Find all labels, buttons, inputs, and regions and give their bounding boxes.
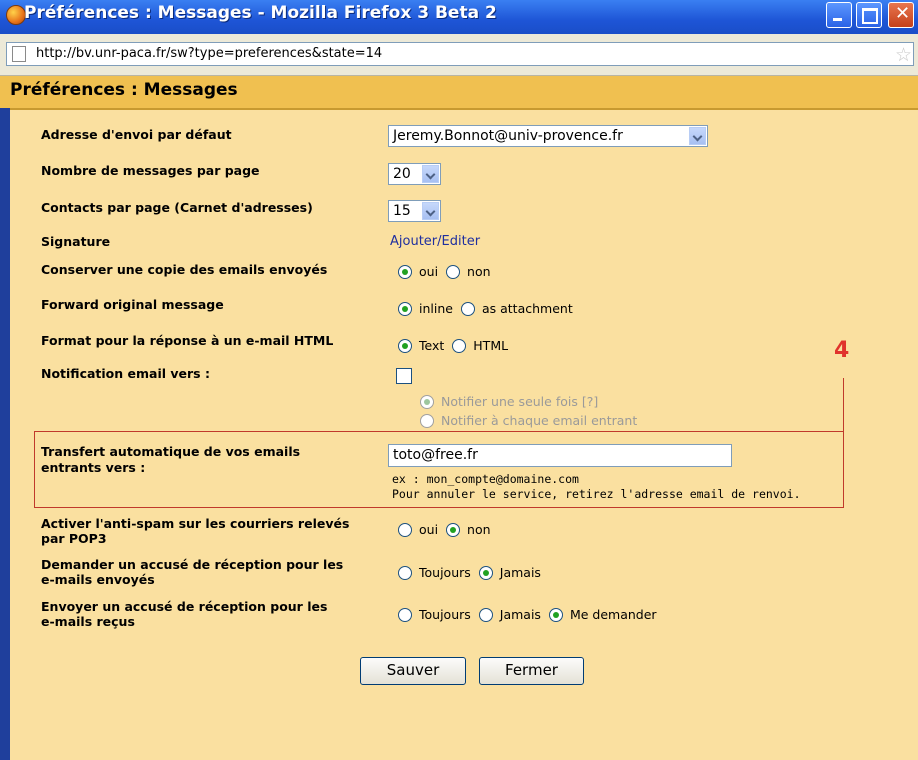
request-toujours-radio[interactable] bbox=[398, 565, 412, 580]
request-receipt-options: Toujours Jamais bbox=[398, 565, 541, 580]
antispam-non-radio[interactable] bbox=[446, 522, 461, 537]
bookmark-star-icon[interactable]: ☆ bbox=[895, 44, 912, 66]
url-text: http://bv.unr-paca.fr/sw?type=preference… bbox=[36, 46, 383, 61]
reply-html-label: HTML bbox=[473, 338, 509, 353]
chevron-down-icon bbox=[689, 127, 706, 145]
page-header: Préférences : Messages bbox=[0, 76, 918, 110]
page-title: Préférences : Messages bbox=[10, 80, 238, 100]
send-toujours-radio[interactable] bbox=[398, 607, 412, 622]
signature-edit-link[interactable]: Ajouter/Editer bbox=[390, 234, 480, 249]
notify-once-label: Notifier une seule fois [?] bbox=[441, 394, 599, 409]
maximize-button[interactable] bbox=[856, 2, 882, 28]
forward-inline-radio[interactable] bbox=[398, 301, 412, 316]
annotation-marker: 4 bbox=[834, 338, 850, 363]
default-address-value: Jeremy.Bonnot@univ-provence.fr bbox=[393, 128, 623, 144]
send-receipt-label-line2: e-mails reçus bbox=[41, 614, 135, 629]
notify-each-radio[interactable] bbox=[420, 413, 434, 428]
reply-format-options: Text HTML bbox=[398, 338, 508, 353]
messages-per-page-value: 20 bbox=[393, 166, 411, 182]
reply-format-label: Format pour la réponse à un e-mail HTML bbox=[41, 333, 334, 348]
reply-text-label: Text bbox=[419, 338, 445, 353]
send-toujours-label: Toujours bbox=[419, 607, 471, 622]
send-receipt-label-line1: Envoyer un accusé de réception pour les bbox=[41, 599, 328, 614]
notify-once-radio[interactable] bbox=[420, 394, 434, 409]
forward-original-label: Forward original message bbox=[41, 297, 224, 312]
antispam-oui-label: oui bbox=[419, 522, 439, 537]
save-button[interactable]: Sauver bbox=[360, 657, 466, 685]
notification-checkbox[interactable] bbox=[396, 368, 412, 384]
keep-copy-non-radio[interactable] bbox=[446, 264, 461, 279]
contacts-per-page-value: 15 bbox=[393, 203, 411, 219]
close-window-button[interactable]: ✕ bbox=[888, 2, 914, 28]
messages-per-page-select[interactable]: 20 bbox=[388, 163, 441, 185]
send-jamais-radio[interactable] bbox=[478, 607, 493, 622]
reply-html-radio[interactable] bbox=[452, 338, 467, 353]
minimize-button[interactable] bbox=[826, 2, 852, 28]
window-titlebar: Préférences : Messages - Mozilla Firefox… bbox=[0, 0, 918, 34]
forward-inline-label: inline bbox=[419, 301, 453, 316]
contacts-per-page-select[interactable]: 15 bbox=[388, 200, 441, 222]
request-jamais-label: Jamais bbox=[499, 565, 541, 580]
request-jamais-radio[interactable] bbox=[478, 565, 493, 580]
keep-copy-label: Conserver une copie des emails envoyés bbox=[41, 262, 328, 277]
chevron-down-icon bbox=[422, 165, 439, 183]
address-bar-area: http://bv.unr-paca.fr/sw?type=preference… bbox=[0, 34, 918, 76]
messages-per-page-label: Nombre de messages par page bbox=[41, 163, 260, 178]
request-receipt-label-line2: e-mails envoyés bbox=[41, 572, 155, 587]
forward-attachment-radio[interactable] bbox=[460, 301, 475, 316]
reply-text-radio[interactable] bbox=[398, 338, 412, 353]
send-me-demander-label: Me demander bbox=[569, 607, 657, 622]
firefox-icon bbox=[6, 5, 26, 25]
close-button[interactable]: Fermer bbox=[479, 657, 584, 685]
antispam-label-line1: Activer l'anti-spam sur les courriers re… bbox=[41, 516, 350, 531]
send-me-demander-radio[interactable] bbox=[548, 607, 563, 622]
default-address-label: Adresse d'envoi par défaut bbox=[41, 127, 232, 142]
auto-forward-label-line1: Transfert automatique de vos emails bbox=[41, 444, 301, 459]
notification-label: Notification email vers : bbox=[41, 366, 210, 381]
url-field[interactable]: http://bv.unr-paca.fr/sw?type=preference… bbox=[6, 42, 914, 66]
forward-attachment-label: as attachment bbox=[481, 301, 573, 316]
close-icon: ✕ bbox=[895, 3, 911, 24]
signature-label: Signature bbox=[41, 234, 111, 249]
antispam-options: oui non bbox=[398, 522, 491, 537]
auto-forward-cancel-hint: Pour annuler le service, retirez l'adres… bbox=[392, 487, 801, 501]
keep-copy-oui-label: oui bbox=[419, 264, 439, 279]
antispam-label-line2: par POP3 bbox=[41, 531, 107, 546]
chevron-down-icon bbox=[422, 202, 439, 220]
notify-each-label: Notifier à chaque email entrant bbox=[441, 413, 638, 428]
keep-copy-options: oui non bbox=[398, 264, 491, 279]
request-receipt-label-line1: Demander un accusé de réception pour les bbox=[41, 557, 344, 572]
keep-copy-non-label: non bbox=[467, 264, 491, 279]
keep-copy-oui-radio[interactable] bbox=[398, 264, 412, 279]
auto-forward-email-input[interactable]: toto@free.fr bbox=[388, 444, 732, 467]
forward-original-options: inline as attachment bbox=[398, 301, 573, 316]
auto-forward-label-line2: entrants vers : bbox=[41, 460, 146, 475]
send-receipt-options: Toujours Jamais Me demander bbox=[398, 607, 657, 622]
antispam-non-label: non bbox=[467, 522, 491, 537]
default-address-select[interactable]: Jeremy.Bonnot@univ-provence.fr bbox=[388, 125, 708, 147]
antispam-oui-radio[interactable] bbox=[398, 522, 412, 537]
auto-forward-example: ex : mon_compte@domaine.com bbox=[392, 472, 579, 486]
request-toujours-label: Toujours bbox=[419, 565, 471, 580]
contacts-per-page-label: Contacts par page (Carnet d'adresses) bbox=[41, 200, 313, 215]
send-jamais-label: Jamais bbox=[499, 607, 541, 622]
notify-each-option: Notifier à chaque email entrant bbox=[420, 413, 637, 428]
notify-once-option: Notifier une seule fois [?] bbox=[420, 394, 598, 409]
window-left-border bbox=[0, 108, 10, 760]
window-title: Préférences : Messages - Mozilla Firefox… bbox=[24, 3, 497, 23]
page-icon bbox=[12, 46, 26, 62]
